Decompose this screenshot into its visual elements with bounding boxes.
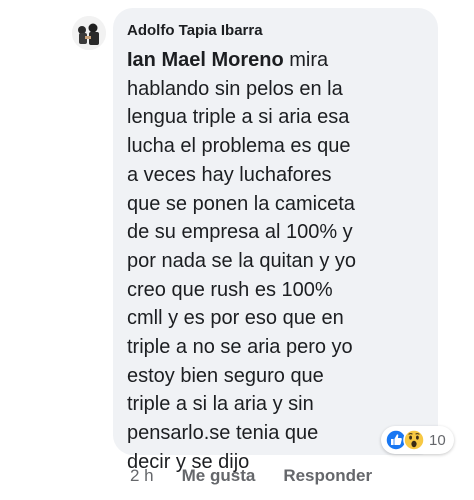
comment-line: cmll y es por eso que en	[127, 307, 344, 330]
mention-link[interactable]: Ian Mael Moreno	[127, 49, 284, 71]
comment-line: triple a no se aria pero yo	[127, 336, 353, 359]
comment-line: a veces hay luchafores	[127, 163, 332, 186]
comment-line: Ian Mael Moreno mira	[127, 46, 426, 75]
comment-text: Ian Mael Moreno mira hablando sin pelos …	[127, 46, 426, 477]
comment-timestamp[interactable]: 2 h	[130, 466, 154, 486]
comment-line: lengua triple a si aria esa	[127, 106, 350, 129]
comment-line: estoy bien seguro que	[127, 364, 324, 387]
reactions-summary[interactable]: 10	[381, 426, 454, 454]
like-button[interactable]: Me gusta	[182, 466, 256, 486]
comment-line: lucha el problema es que	[127, 135, 351, 158]
comment-bubble: Adolfo Tapia Ibarra Ian Mael Moreno mira…	[113, 8, 438, 473]
comment-line: que se ponen la camiceta	[127, 192, 355, 215]
comment-actions: 2 h Me gusta Responder	[130, 466, 372, 486]
comment-text-segment: mira	[283, 49, 329, 71]
comment-line: por nada se la quitan y yo	[127, 249, 357, 272]
comment-line: hablando sin pelos en la	[127, 77, 343, 100]
reply-button[interactable]: Responder	[283, 466, 372, 486]
comment-line: de su empresa al 100% y	[127, 221, 353, 244]
comment-line: triple a si la aria y sin	[127, 393, 314, 416]
avatar[interactable]	[72, 16, 106, 50]
avatar-image	[72, 16, 106, 50]
comment-line: creo que rush es 100%	[127, 278, 333, 301]
reaction-count: 10	[429, 431, 446, 449]
wow-icon	[403, 429, 425, 451]
comment-author[interactable]: Adolfo Tapia Ibarra	[127, 18, 426, 44]
